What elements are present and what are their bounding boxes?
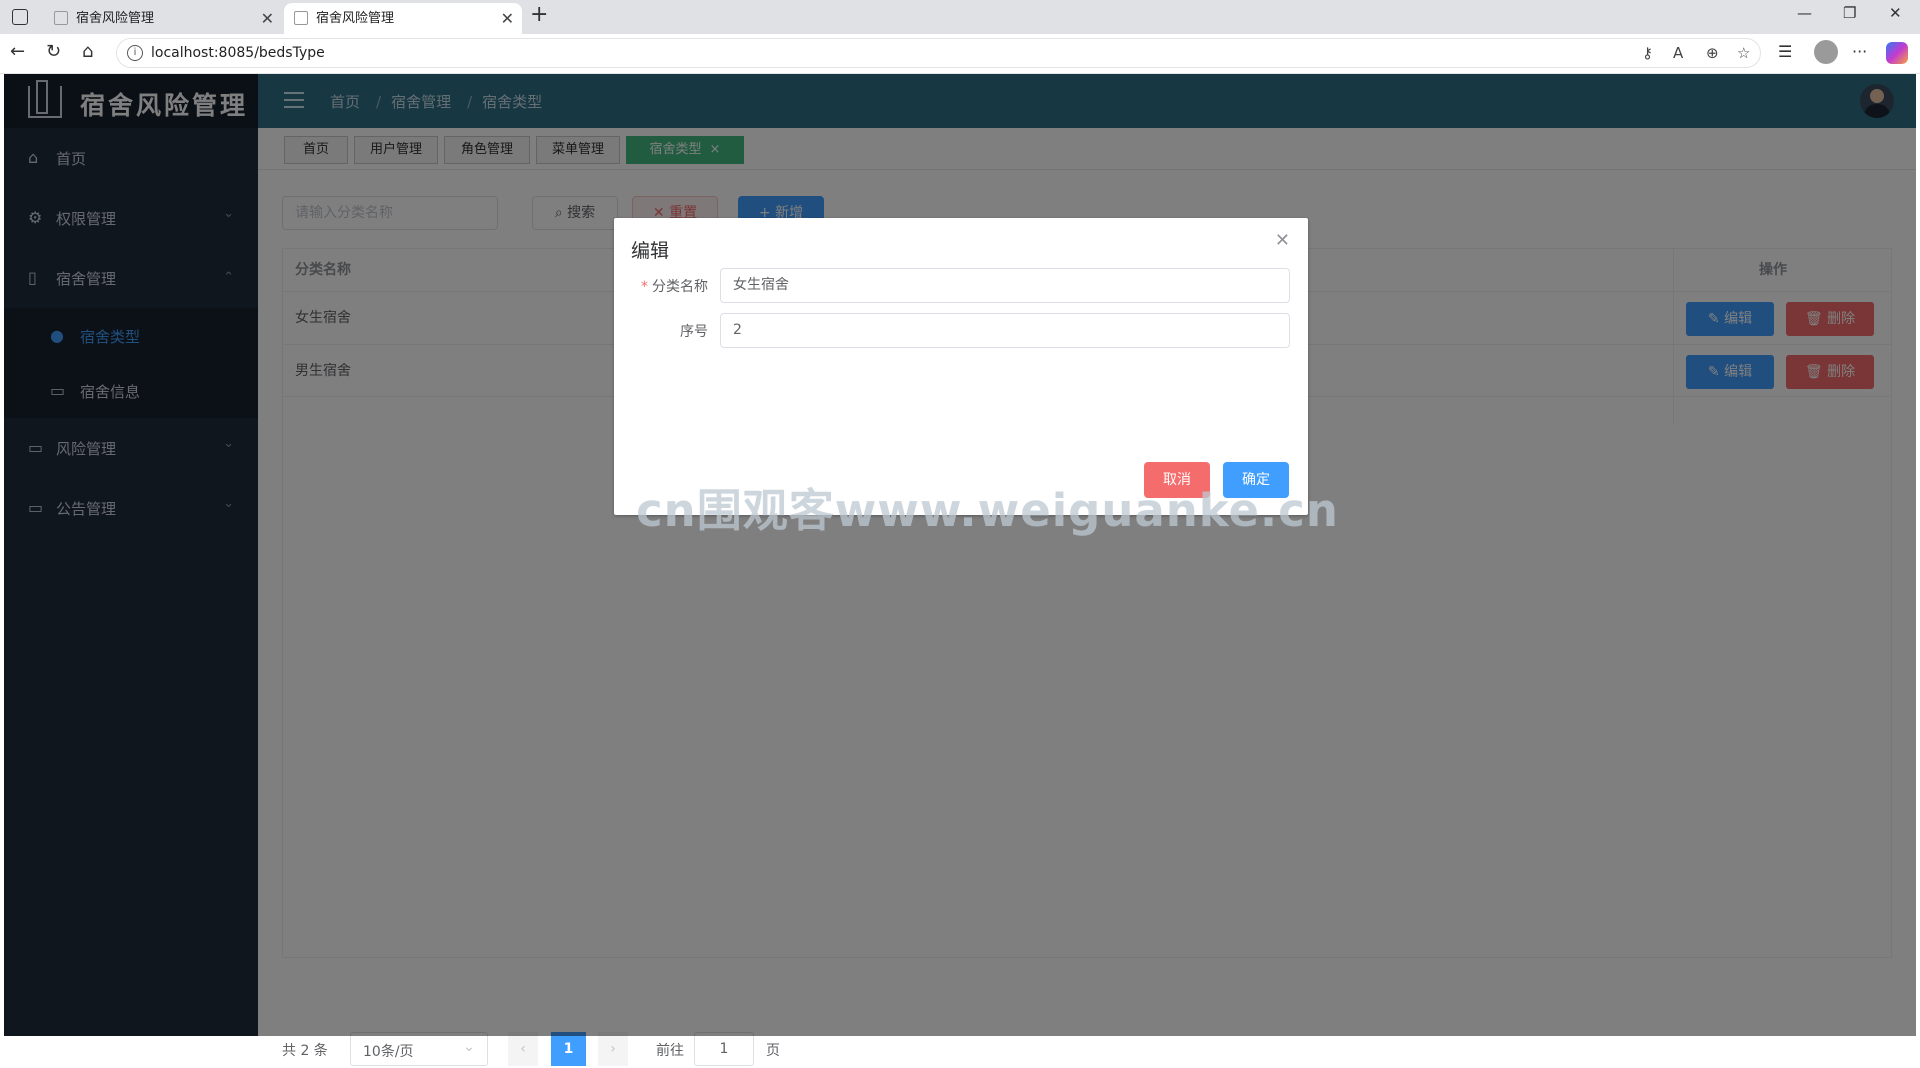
order-input[interactable]: 2 xyxy=(720,313,1290,348)
home-icon[interactable]: ⌂ xyxy=(82,41,93,62)
close-icon[interactable]: ✕ xyxy=(261,3,274,34)
chevron-down-icon: ⌄ xyxy=(463,1039,475,1055)
close-icon[interactable]: ✕ xyxy=(501,3,514,34)
back-icon[interactable]: ← xyxy=(10,41,25,62)
address-bar-row: ← ↻ ⌂ i localhost:8085/bedsType ⚷ A ⊕ ☆ … xyxy=(0,34,1920,74)
page-size-select[interactable]: 10条/页 ⌄ xyxy=(350,1032,488,1066)
key-icon[interactable]: ⚷ xyxy=(1642,44,1653,62)
info-icon[interactable]: i xyxy=(127,45,143,61)
favorites-icon[interactable]: ☰ xyxy=(1778,42,1792,61)
zoom-icon[interactable]: ⊕ xyxy=(1706,44,1719,62)
url-text: localhost:8085/bedsType xyxy=(151,45,325,61)
restore-icon[interactable]: ❐ xyxy=(1843,4,1856,22)
browser-tab-strip: 宿舍风险管理 ✕ 宿舍风险管理 ✕ + — ❐ ✕ xyxy=(0,0,1920,34)
page-icon xyxy=(294,11,308,25)
minimize-icon[interactable]: — xyxy=(1797,4,1812,22)
copilot-icon[interactable] xyxy=(1886,42,1908,64)
required-asterisk: * xyxy=(641,279,648,295)
page-number-current[interactable]: 1 xyxy=(551,1032,586,1066)
dialog-title: 编辑 xyxy=(631,240,670,262)
url-bar[interactable]: i localhost:8085/bedsType ⚷ A ⊕ ☆ xyxy=(116,38,1761,68)
field-label-order: 序号 xyxy=(680,324,708,340)
watermark: cn围观客www.weiguanke.cn xyxy=(636,484,1339,537)
goto-page-input[interactable]: 1 xyxy=(694,1032,754,1066)
chevron-right-icon: › xyxy=(610,1041,616,1057)
browser-tab-title: 宿舍风险管理 xyxy=(316,11,395,26)
pager-total: 共 2 条 xyxy=(282,1043,328,1059)
profile-avatar-icon[interactable] xyxy=(1814,40,1838,64)
page-suffix: 页 xyxy=(766,1043,780,1059)
close-icon[interactable]: ✕ xyxy=(1275,230,1290,251)
page-size-value: 10条/页 xyxy=(363,1044,414,1060)
new-tab-icon[interactable]: + xyxy=(530,2,548,27)
prev-page-button[interactable]: ‹ xyxy=(508,1032,538,1066)
edit-dialog: 编辑 ✕ * 分类名称 女生宿舍 序号 2 取消 确定 xyxy=(614,218,1308,515)
tab-actions-icon[interactable] xyxy=(12,9,28,25)
name-input[interactable]: 女生宿舍 xyxy=(720,268,1290,303)
field-label-name: * 分类名称 xyxy=(628,276,708,296)
next-page-button[interactable]: › xyxy=(598,1032,628,1066)
refresh-icon[interactable]: ↻ xyxy=(46,41,61,62)
more-icon[interactable]: ··· xyxy=(1852,42,1867,61)
favorite-star-icon[interactable]: ☆ xyxy=(1737,44,1750,62)
browser-tab-active[interactable]: 宿舍风险管理 ✕ xyxy=(284,3,522,34)
browser-tab-title: 宿舍风险管理 xyxy=(76,11,155,26)
window-close-icon[interactable]: ✕ xyxy=(1889,4,1902,22)
goto-label: 前往 xyxy=(656,1043,684,1059)
chevron-left-icon: ‹ xyxy=(520,1041,526,1057)
page-icon xyxy=(54,11,68,25)
read-aloud-icon[interactable]: A xyxy=(1673,44,1683,62)
field-label-text: 分类名称 xyxy=(652,279,708,295)
browser-tab[interactable]: 宿舍风险管理 ✕ xyxy=(44,3,282,34)
